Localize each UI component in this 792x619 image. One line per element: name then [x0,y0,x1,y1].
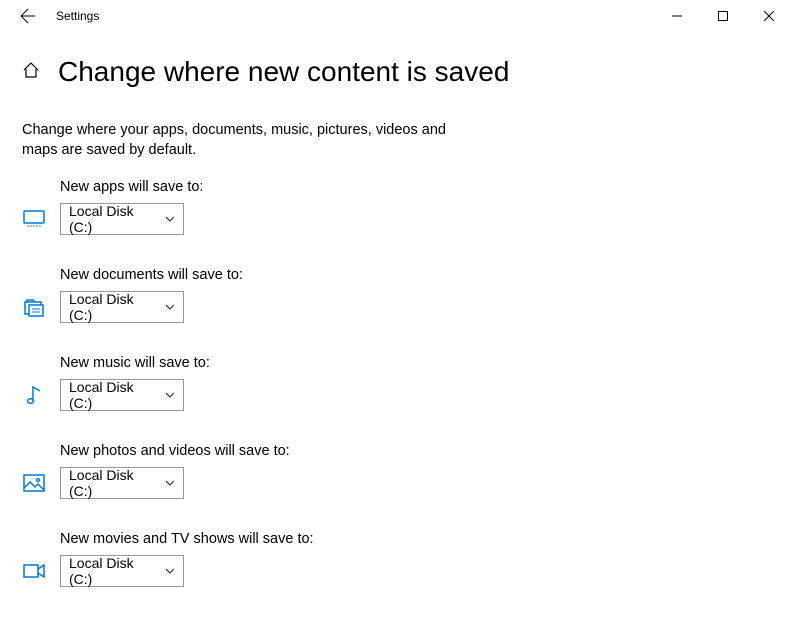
window-controls [654,0,792,32]
close-button[interactable] [746,0,792,32]
setting-label: New documents will save to: [60,267,770,283]
documents-icon [22,297,46,317]
dropdown-value: Local Disk (C:) [69,467,159,499]
music-icon [22,384,46,406]
minimize-button[interactable] [654,0,700,32]
page-description: Change where your apps, documents, music… [0,96,480,161]
home-icon [22,61,40,79]
chevron-down-icon [165,392,175,398]
header: Change where new content is saved [0,32,792,96]
documents-location-dropdown[interactable]: Local Disk (C:) [60,291,184,323]
setting-label: New movies and TV shows will save to: [60,531,770,547]
chevron-down-icon [165,304,175,310]
setting-apps: New apps will save to: Local Disk (C:) [22,179,770,235]
setting-label: New apps will save to: [60,179,770,195]
setting-label: New photos and videos will save to: [60,443,770,459]
setting-documents: New documents will save to: Local Disk (… [22,267,770,323]
dropdown-value: Local Disk (C:) [69,203,159,235]
maximize-button[interactable] [700,0,746,32]
setting-movies: New movies and TV shows will save to: Lo… [22,531,770,587]
apps-icon [22,210,46,228]
apps-location-dropdown[interactable]: Local Disk (C:) [60,203,184,235]
dropdown-value: Local Disk (C:) [69,291,159,323]
page-title: Change where new content is saved [58,56,509,88]
back-button[interactable] [8,0,48,32]
chevron-down-icon [165,568,175,574]
movies-icon [22,563,46,579]
settings-list: New apps will save to: Local Disk (C:) N… [0,161,792,587]
dropdown-value: Local Disk (C:) [69,379,159,411]
music-location-dropdown[interactable]: Local Disk (C:) [60,379,184,411]
arrow-left-icon [20,8,36,24]
photos-icon [22,474,46,492]
movies-location-dropdown[interactable]: Local Disk (C:) [60,555,184,587]
setting-label: New music will save to: [60,355,770,371]
chevron-down-icon [165,480,175,486]
maximize-icon [718,11,728,21]
photos-location-dropdown[interactable]: Local Disk (C:) [60,467,184,499]
setting-music: New music will save to: Local Disk (C:) [22,355,770,411]
minimize-icon [672,11,682,21]
chevron-down-icon [165,216,175,222]
dropdown-value: Local Disk (C:) [69,555,159,587]
titlebar: Settings [0,0,792,32]
setting-photos: New photos and videos will save to: Loca… [22,443,770,499]
home-button[interactable] [22,61,40,84]
close-icon [764,11,774,21]
window-title: Settings [56,9,99,23]
